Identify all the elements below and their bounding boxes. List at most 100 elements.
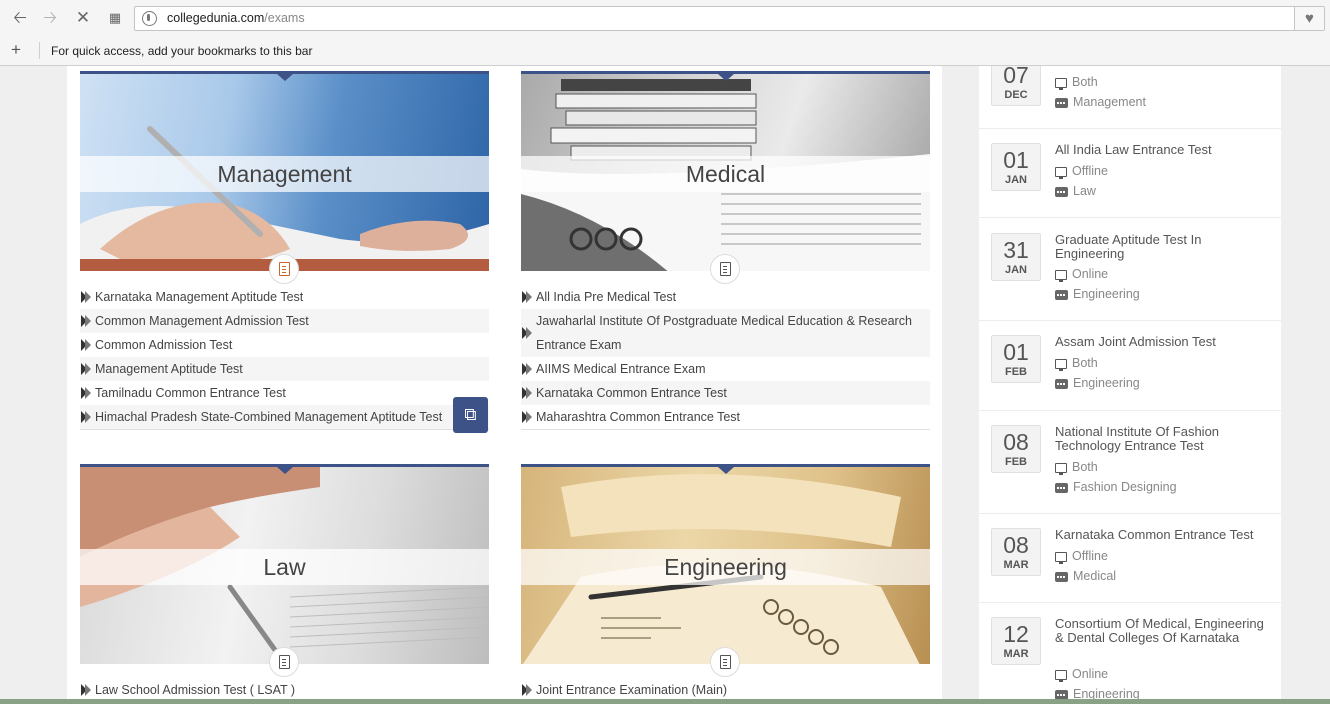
event-item[interactable]: 08 MAR Karnataka Common Entrance Test Of… xyxy=(979,514,1281,603)
exam-name[interactable]: Karnataka Common Entrance Test xyxy=(536,386,727,400)
exam-link[interactable]: Karnataka Management Aptitude Test xyxy=(80,285,489,309)
url-path: /exams xyxy=(264,11,305,25)
event-month: DEC xyxy=(1004,89,1028,101)
exam-link[interactable]: Common Admission Test xyxy=(80,333,489,357)
pointer-marker xyxy=(718,74,734,81)
event-title[interactable]: Consortium Of Medical, Engineering & Den… xyxy=(1055,617,1270,645)
exam-link[interactable]: AIIMS Medical Entrance Exam xyxy=(521,357,930,381)
event-title[interactable]: Assam Joint Admission Test xyxy=(1055,335,1270,349)
exam-link[interactable]: Maharashtra Common Entrance Test xyxy=(521,405,930,429)
exam-name[interactable]: Jawaharlal Institute Of Postgraduate Med… xyxy=(536,314,912,352)
computer-icon xyxy=(1055,552,1067,564)
document-icon xyxy=(279,262,290,276)
exam-name[interactable]: Common Management Admission Test xyxy=(95,314,309,328)
category-image-engineering[interactable]: Engineering xyxy=(521,464,930,664)
exam-name[interactable]: Management Aptitude Test xyxy=(95,362,243,376)
event-item[interactable]: 08 FEB National Institute Of Fashion Tec… xyxy=(979,411,1281,514)
category-title[interactable]: Engineering xyxy=(521,549,930,585)
event-mode: Online xyxy=(1055,666,1108,682)
computer-icon xyxy=(1055,359,1067,371)
event-day: 01 xyxy=(1003,339,1029,365)
event-title[interactable]: All India Law Entrance Test xyxy=(1055,143,1270,157)
event-title[interactable]: Graduate Aptitude Test In Engineering xyxy=(1055,233,1270,261)
taskbar xyxy=(0,699,1330,704)
favorite-button[interactable]: ♥ xyxy=(1294,7,1324,30)
event-day: 12 xyxy=(1003,621,1029,647)
event-mode: Both xyxy=(1055,355,1098,371)
forward-button[interactable]: 🡢 xyxy=(39,8,61,28)
event-date: 01 JAN xyxy=(991,143,1041,191)
apps-button[interactable]: ▦ xyxy=(104,8,126,28)
event-month: FEB xyxy=(1005,366,1027,378)
exam-name[interactable]: Karnataka Management Aptitude Test xyxy=(95,290,303,304)
event-item[interactable]: 01 JAN All India Law Entrance Test Offli… xyxy=(979,129,1281,218)
exam-link[interactable]: Karnataka Common Entrance Test xyxy=(521,381,930,405)
event-date: 31 JAN xyxy=(991,233,1041,281)
category-card-engineering: Engineering Joint Entrance Examination (… xyxy=(521,464,930,704)
exam-name[interactable]: Maharashtra Common Entrance Test xyxy=(536,410,740,424)
document-icon xyxy=(279,655,290,669)
event-item[interactable]: 31 JAN Graduate Aptitude Test In Enginee… xyxy=(979,218,1281,321)
exam-link[interactable]: Tamilnadu Common Entrance Test xyxy=(80,381,489,405)
event-date: 08 MAR xyxy=(991,528,1041,576)
close-icon: ✕ xyxy=(75,8,91,27)
computer-icon xyxy=(1055,670,1067,682)
pointer-marker xyxy=(277,467,293,474)
open-external-button[interactable]: ⧉ xyxy=(453,397,488,433)
event-category: Management xyxy=(1055,94,1146,110)
event-mode-text: Offline xyxy=(1072,164,1108,178)
url-text[interactable]: collegedunia.com/exams xyxy=(167,11,305,25)
exam-link[interactable]: Common Management Admission Test xyxy=(80,309,489,333)
event-title[interactable]: Karnataka Common Entrance Test xyxy=(1055,528,1270,542)
event-date: 07 DEC xyxy=(991,66,1041,106)
event-category: Law xyxy=(1055,183,1096,199)
event-month: JAN xyxy=(1004,264,1027,276)
document-badge xyxy=(710,647,740,677)
exam-link[interactable]: All India Pre Medical Test xyxy=(521,285,930,309)
computer-icon xyxy=(1055,463,1067,475)
double-chevron-icon xyxy=(522,411,533,423)
category-image-law[interactable]: Law xyxy=(80,464,489,664)
document-badge xyxy=(269,254,299,284)
category-title[interactable]: Management xyxy=(80,156,489,192)
double-chevron-icon xyxy=(522,291,533,303)
document-icon xyxy=(720,262,731,276)
double-chevron-icon xyxy=(522,387,533,399)
exam-list-management: Karnataka Management Aptitude Test Commo… xyxy=(80,285,489,430)
document-icon xyxy=(720,655,731,669)
add-bookmark-button[interactable]: + xyxy=(11,41,21,59)
event-title[interactable]: National Institute Of Fashion Technology… xyxy=(1055,425,1270,453)
exam-name[interactable]: All India Pre Medical Test xyxy=(536,290,676,304)
back-button[interactable]: 🡠 xyxy=(9,8,31,28)
pointer-marker xyxy=(718,467,734,474)
event-category-text: Fashion Designing xyxy=(1073,480,1177,494)
site-info-icon[interactable] xyxy=(142,11,157,26)
double-chevron-icon xyxy=(81,315,92,327)
event-month: MAR xyxy=(1003,559,1029,571)
event-item[interactable]: 01 FEB Assam Joint Admission Test Both E… xyxy=(979,321,1281,411)
category-image-medical[interactable]: Medical xyxy=(521,71,930,271)
exam-name[interactable]: Joint Entrance Examination (Main) xyxy=(536,683,727,697)
address-bar[interactable]: collegedunia.com/exams ♥ xyxy=(134,6,1325,31)
category-title[interactable]: Medical xyxy=(521,156,930,192)
exam-name[interactable]: Law School Admission Test ( LSAT ) xyxy=(95,683,295,697)
exam-name[interactable]: Himachal Pradesh State-Combined Manageme… xyxy=(95,410,442,424)
stop-button[interactable]: ✕ xyxy=(72,8,94,28)
double-chevron-icon xyxy=(522,327,533,339)
apps-grid-icon: ▦ xyxy=(108,10,122,25)
external-link-icon: ⧉ xyxy=(464,405,477,424)
exam-name[interactable]: Tamilnadu Common Entrance Test xyxy=(95,386,286,400)
exam-link[interactable]: Himachal Pradesh State-Combined Manageme… xyxy=(80,405,489,429)
event-mode: Online xyxy=(1055,266,1108,282)
category-title[interactable]: Law xyxy=(80,549,489,585)
exam-name[interactable]: Common Admission Test xyxy=(95,338,232,352)
category-card-medical: Medical All India Pre Medical Test Jawah… xyxy=(521,71,930,451)
event-item[interactable]: 07 DEC Both Management xyxy=(979,66,1281,129)
exam-link[interactable]: Management Aptitude Test xyxy=(80,357,489,381)
event-item[interactable]: 12 MAR Consortium Of Medical, Engineerin… xyxy=(979,603,1281,704)
exam-name[interactable]: AIIMS Medical Entrance Exam xyxy=(536,362,706,376)
category-image-management[interactable]: Management xyxy=(80,71,489,271)
heart-icon: ♥ xyxy=(1305,10,1314,27)
chat-icon xyxy=(1055,290,1068,300)
exam-link[interactable]: Jawaharlal Institute Of Postgraduate Med… xyxy=(521,309,930,357)
